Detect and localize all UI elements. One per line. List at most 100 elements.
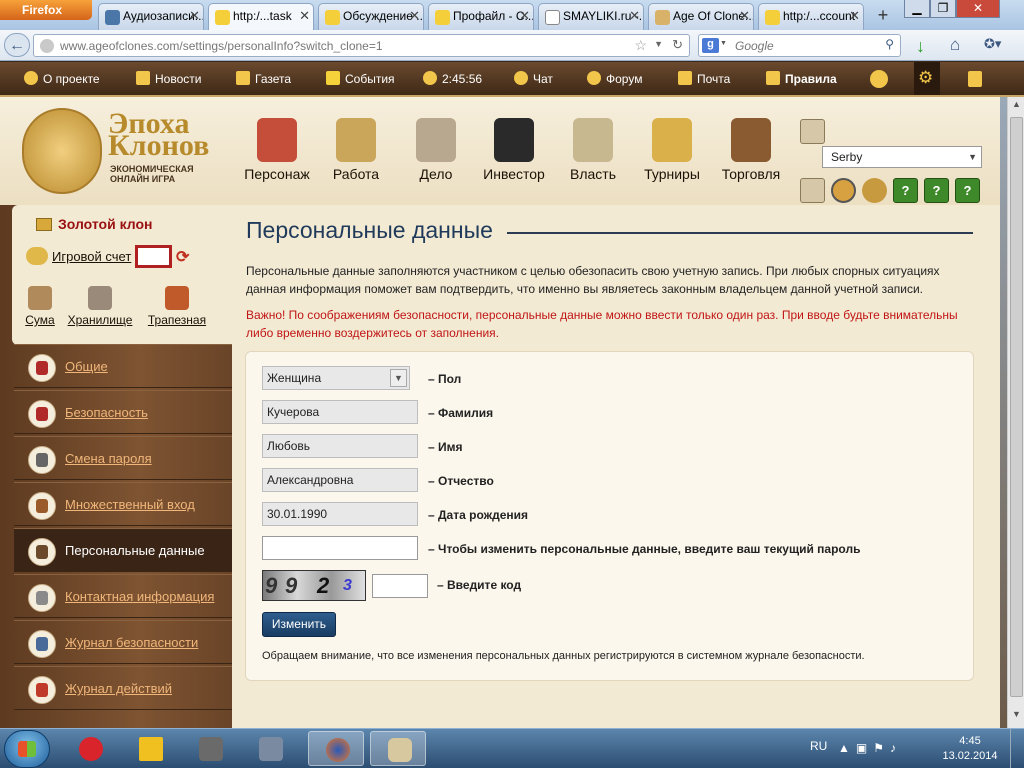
password-field[interactable] [262, 536, 418, 560]
taskbar-paint[interactable] [370, 731, 426, 766]
nav-work[interactable]: Работа [321, 118, 391, 182]
shield-icon [28, 630, 56, 658]
user-icon[interactable] [870, 70, 888, 88]
close-icon[interactable]: ✕ [849, 8, 860, 24]
scroll-up-icon[interactable]: ▲ [1010, 99, 1023, 113]
chevron-down-icon: ▼ [968, 152, 977, 162]
close-icon[interactable]: ✕ [299, 8, 310, 24]
server-select[interactable]: Serby ▼ [822, 146, 982, 168]
clone-avatar-icon[interactable] [800, 119, 825, 144]
nav-business[interactable]: Дело [401, 118, 471, 182]
show-hidden-icons-icon[interactable]: ▲ [838, 741, 856, 755]
refectory-link[interactable]: Трапезная [146, 286, 208, 327]
nav-character[interactable]: Персонаж [242, 118, 312, 182]
close-icon[interactable]: ✕ [189, 8, 200, 24]
journal-icon [28, 676, 56, 704]
close-icon[interactable]: ✕ [409, 8, 420, 24]
restore-icon[interactable]: ❐ [930, 0, 956, 18]
site-logo[interactable]: Эпоха Клонов ЭКОНОМИЧЕСКАЯ ОНЛАЙН ИГРА [22, 108, 222, 198]
sidebar-item-action-log[interactable]: Журнал действий [14, 666, 232, 710]
nav-trade[interactable]: Торговля [716, 118, 786, 182]
captcha-code-field[interactable] [372, 574, 428, 598]
back-icon[interactable]: ← [4, 33, 30, 57]
url-bar[interactable]: www.ageofclones.com/settings/personalInf… [33, 34, 690, 57]
change-button[interactable]: Изменить [262, 612, 336, 637]
logout-icon[interactable] [968, 71, 982, 87]
menu-about[interactable]: О проекте [24, 71, 100, 86]
history-dropdown-icon[interactable]: ▼ [654, 39, 663, 49]
settings-tab[interactable]: ⚙ [914, 62, 940, 95]
menu-events[interactable]: События [326, 71, 395, 86]
menu-forum[interactable]: Форум [587, 71, 642, 86]
nav-power[interactable]: Власть [558, 118, 628, 182]
show-desktop-button[interactable] [1010, 729, 1024, 768]
browser-tab-active[interactable]: http:/...task ✕ [208, 3, 314, 31]
new-tab-button[interactable]: + [870, 5, 896, 29]
sidebar-item-contact-info[interactable]: Контактная информация [14, 574, 232, 618]
bookmarks-menu-icon[interactable]: ✪▾ [984, 36, 1014, 52]
network-icon[interactable]: ▣ [856, 741, 873, 755]
sidebar-item-personal-data[interactable]: Персональные данные [14, 528, 232, 572]
close-window-icon[interactable]: ✕ [956, 0, 1000, 18]
scrollbar[interactable]: ▲ ▼ [1007, 97, 1024, 728]
browser-tab[interactable]: Age Of Clone... ✕ [648, 3, 754, 30]
scroll-down-icon[interactable]: ▼ [1010, 709, 1023, 723]
bookmark-star-icon[interactable]: ☆ [634, 37, 647, 54]
taskbar-app[interactable] [122, 731, 178, 766]
help-button[interactable]: ? [893, 178, 918, 203]
volume-icon[interactable]: ♪ [890, 741, 902, 755]
taskbar-opera[interactable] [62, 731, 118, 766]
nav-tournaments[interactable]: Турниры [637, 118, 707, 182]
browser-tab[interactable]: Обсуждение ... ✕ [318, 3, 424, 30]
taskbar-warplanes[interactable] [242, 731, 298, 766]
close-icon[interactable]: ✕ [629, 8, 640, 24]
bag-link[interactable]: Сума [24, 286, 56, 327]
search-input[interactable]: g ▼ Google ⚲ [698, 34, 901, 57]
patronymic-field[interactable]: Александровна [262, 468, 418, 492]
close-icon[interactable]: ✕ [739, 8, 750, 24]
coin-icon[interactable] [862, 178, 887, 203]
nav-investor[interactable]: Инвестор [479, 118, 549, 182]
world-icon[interactable] [831, 178, 856, 203]
menu-rules[interactable]: Правила [766, 71, 837, 86]
help-button[interactable]: ? [924, 178, 949, 203]
browser-tab[interactable]: Аудиозаписи... ✕ [98, 3, 204, 30]
menu-chat[interactable]: Чат [514, 71, 553, 86]
sidebar-item-security[interactable]: Безопасность [14, 390, 232, 434]
minimize-icon[interactable]: ▁ [904, 0, 930, 18]
close-icon[interactable]: ✕ [519, 8, 530, 24]
menu-mail[interactable]: Почта [678, 71, 730, 86]
firefox-menu-button[interactable]: Firefox [0, 0, 92, 20]
taskbar-tanks[interactable] [182, 731, 238, 766]
refresh-icon[interactable]: ⟳ [176, 247, 189, 267]
download-icon[interactable]: ↓ [916, 36, 932, 56]
sidebar-item-general[interactable]: Общие [14, 344, 232, 388]
menu-newspaper[interactable]: Газета [236, 71, 291, 86]
browser-tab[interactable]: Профайл - С... ✕ [428, 3, 534, 30]
help-button[interactable]: ? [955, 178, 980, 203]
browser-tab[interactable]: http:/...ccount ✕ [758, 3, 864, 30]
game-account-link[interactable]: Игровой счет [52, 249, 131, 264]
sidebar-item-security-log[interactable]: Журнал безопасности [14, 620, 232, 664]
storage-link[interactable]: Хранилище [66, 286, 134, 327]
action-center-icon[interactable]: ⚑ [873, 741, 890, 755]
search-icon[interactable]: ⚲ [885, 37, 894, 51]
gold-clone-link[interactable]: Золотой клон [58, 216, 153, 232]
surname-field[interactable]: Кучерова [262, 400, 418, 424]
clock[interactable]: 4:45 13.02.2014 [938, 734, 1002, 764]
language-indicator[interactable]: RU [810, 739, 827, 753]
birthdate-field[interactable]: 30.01.1990 [262, 502, 418, 526]
home-icon[interactable]: ⌂ [950, 35, 960, 55]
menu-news[interactable]: Новости [136, 71, 201, 86]
clones-group-icon[interactable] [800, 178, 825, 203]
taskbar-firefox[interactable] [308, 731, 364, 766]
reload-icon[interactable]: ↻ [672, 37, 683, 53]
browser-tab[interactable]: SMAYLIKI.ru -... ✕ [538, 3, 644, 30]
sidebar-item-change-password[interactable]: Смена пароля [14, 436, 232, 480]
scroll-thumb[interactable] [1010, 117, 1023, 697]
sidebar-item-multiple-login[interactable]: Множественный вход [14, 482, 232, 526]
search-engine-dropdown-icon[interactable]: ▼ [720, 40, 727, 47]
start-button[interactable] [4, 730, 50, 768]
first-name-field[interactable]: Любовь [262, 434, 418, 458]
gender-select[interactable]: Женщина ▼ [262, 366, 410, 390]
